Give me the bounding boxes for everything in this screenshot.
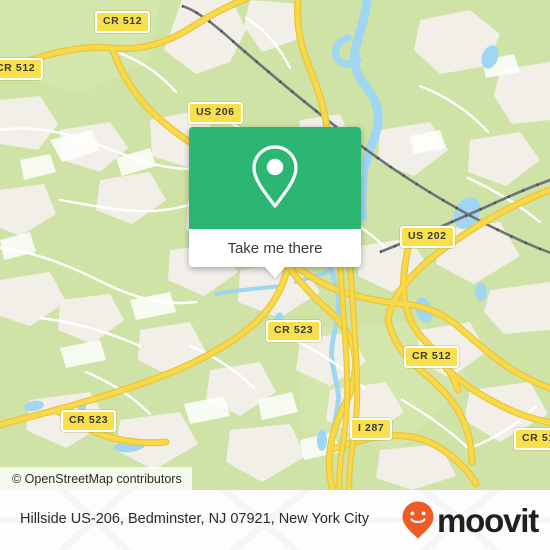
map-canvas[interactable]: CR 512 CR 512 US 206 US 202 CR 523 CR 51… — [0, 0, 550, 490]
road-shield[interactable]: CR 523 — [266, 320, 322, 342]
osm-attribution-text: © OpenStreetMap contributors — [12, 471, 182, 486]
popup-tail — [264, 266, 286, 278]
road-shield[interactable]: US 202 — [400, 226, 455, 248]
road-shield[interactable]: CR 512 — [514, 428, 550, 450]
moovit-logo[interactable]: moovit — [401, 500, 539, 540]
take-me-there-label: Take me there — [227, 239, 323, 257]
location-popup[interactable]: Take me there — [189, 127, 361, 278]
road-shield[interactable]: CR 512 — [95, 11, 151, 33]
popup-action-panel[interactable]: Take me there — [189, 229, 361, 278]
road-shield[interactable]: I 287 — [350, 418, 393, 440]
road-shield[interactable]: CR 512 — [0, 58, 44, 80]
location-address: Hillside US-206, Bedminster, NJ 07921, N… — [20, 511, 369, 528]
popup-icon-panel — [189, 127, 361, 229]
road-shield[interactable]: CR 512 — [404, 346, 460, 368]
map-pin-icon — [252, 145, 298, 208]
map-screen: CR 512 CR 512 US 206 US 202 CR 523 CR 51… — [0, 0, 550, 550]
osm-attribution[interactable]: © OpenStreetMap contributors — [0, 467, 192, 490]
moovit-wordmark: moovit — [437, 501, 539, 539]
moovit-smiley-pin-icon — [402, 501, 434, 539]
road-shield[interactable]: CR 523 — [61, 410, 117, 432]
footer-bar: Hillside US-206, Bedminster, NJ 07921, N… — [0, 490, 550, 550]
road-shield[interactable]: US 206 — [188, 102, 243, 124]
